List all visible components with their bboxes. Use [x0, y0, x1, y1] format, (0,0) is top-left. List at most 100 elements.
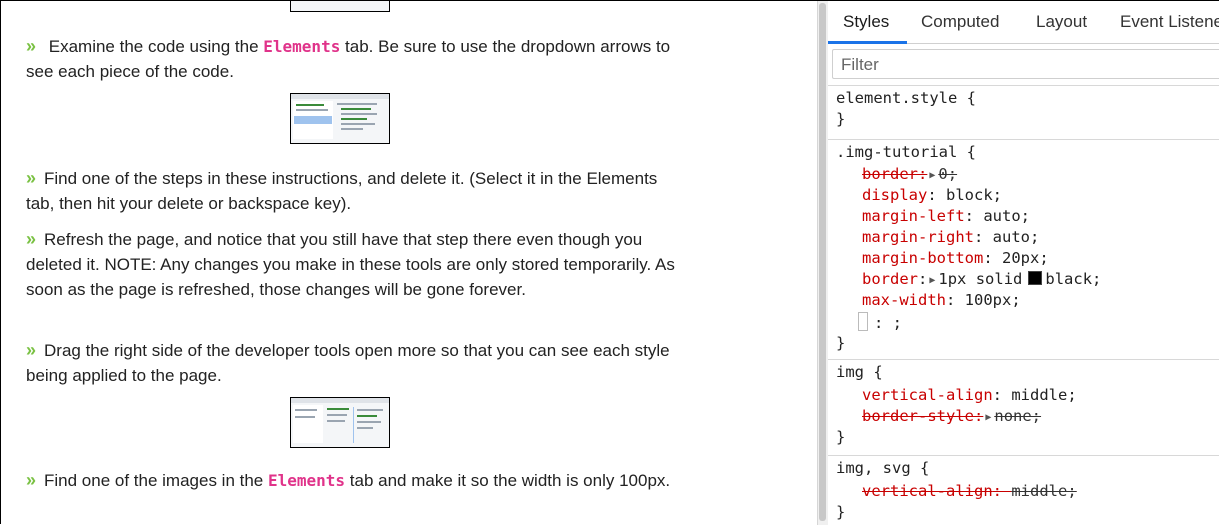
- property-name: margin-left: [862, 207, 965, 225]
- property-value: block;: [946, 186, 1002, 204]
- devtools-tab-bar: Styles Computed Layout Event Listeners: [828, 1, 1219, 44]
- thumbnail-line: [327, 408, 349, 410]
- property-name: border: [862, 165, 918, 183]
- rule-close-brace: }: [836, 334, 846, 352]
- chevron-bullet-icon: »: [26, 168, 37, 188]
- property-value: auto;: [992, 228, 1040, 246]
- instruction-step: » Refresh the page, and notice that you s…: [26, 227, 676, 302]
- active-tab-indicator: [828, 41, 907, 44]
- thumbnail-line: [341, 128, 363, 130]
- thumbnail-line: [357, 427, 373, 429]
- rule-close-brace: }: [836, 110, 846, 128]
- declaration-margin-right[interactable]: margin-right: auto;: [862, 227, 1039, 248]
- property-value: none;: [994, 407, 1042, 425]
- chevron-bullet-icon: »: [26, 340, 37, 360]
- tab-event-listeners[interactable]: Event Listeners: [1120, 12, 1219, 32]
- instruction-step: » Find one of the images in the Elements …: [26, 468, 676, 493]
- declaration-border-overridden[interactable]: border: ▶ 0;: [862, 164, 957, 185]
- declaration-margin-bottom[interactable]: margin-bottom: 20px;: [862, 248, 1049, 269]
- style-rule-img-svg[interactable]: img, svg { vertical-align: middle; }: [828, 455, 1219, 525]
- rule-selector: img, svg {: [836, 459, 930, 477]
- style-rule-img-tutorial[interactable]: .img-tutorial { border: ▶ 0; display: bloc…: [828, 139, 1219, 358]
- tab-computed[interactable]: Computed: [921, 12, 999, 32]
- new-declaration-editor[interactable]: : ;: [858, 312, 902, 333]
- chevron-bullet-icon: »: [26, 36, 37, 56]
- expand-triangle-icon[interactable]: ▶: [929, 165, 935, 186]
- text-cursor-box[interactable]: [858, 312, 868, 331]
- thumbnail-divider: [353, 407, 354, 443]
- declaration-border[interactable]: border: ▶ 1px solid black;: [862, 269, 1101, 290]
- expand-triangle-icon[interactable]: ▶: [985, 407, 991, 428]
- property-value: middle;: [1011, 482, 1077, 500]
- tab-styles[interactable]: Styles: [843, 12, 889, 32]
- devtools-panel: Styles Computed Layout Event Listeners F…: [828, 1, 1219, 525]
- style-rule-element-style[interactable]: element.style { }: [828, 85, 1219, 138]
- thumbnail-line: [337, 103, 377, 105]
- step-text: Drag the right side of the developer too…: [26, 341, 670, 385]
- rule-selector: img {: [836, 363, 883, 381]
- rule-selector: element.style {: [836, 89, 976, 107]
- thumbnail-line: [295, 416, 315, 418]
- thumbnail-line: [357, 421, 381, 423]
- instruction-step: » Examine the code using the Elements ta…: [26, 34, 676, 84]
- tab-layout[interactable]: Layout: [1036, 12, 1087, 32]
- thumbnail-line: [341, 108, 371, 110]
- rule-close-brace: }: [836, 428, 846, 446]
- property-name: max-width: [862, 291, 946, 309]
- property-name: border: [862, 270, 918, 288]
- property-name: vertical-align: [862, 386, 993, 404]
- declaration-border-style-overridden[interactable]: border-style: ▶ none;: [862, 406, 1041, 427]
- thumbnail-line: [341, 123, 375, 125]
- screenshot-thumbnail-styles[interactable]: [290, 397, 390, 448]
- style-rule-img[interactable]: img { vertical-align: middle; border-sty…: [828, 359, 1219, 454]
- tutorial-page: » Examine the code using the Elements ta…: [1, 1, 817, 525]
- screenshot-thumbnail-elements[interactable]: [290, 93, 390, 144]
- declaration-max-width[interactable]: max-width: 100px;: [862, 290, 1021, 311]
- declaration-display[interactable]: display: block;: [862, 185, 1002, 206]
- thumbnail-line: [357, 415, 377, 417]
- thumbnail-line: [296, 104, 324, 106]
- thumbnail-line: [357, 409, 383, 411]
- declaration-margin-left[interactable]: margin-left: auto;: [862, 206, 1030, 227]
- declaration-vertical-align[interactable]: vertical-align: middle;: [862, 385, 1077, 406]
- thumbnail-toolbar: [291, 94, 389, 99]
- thumbnail-toolbar: [291, 398, 389, 403]
- step-text: Find one of the images in the: [44, 471, 268, 490]
- step-text: Refresh the page, and notice that you st…: [26, 230, 675, 299]
- property-value: auto;: [983, 207, 1030, 225]
- instruction-step: » Find one of the steps in these instruct…: [26, 166, 676, 216]
- property-name: vertical-align: [862, 482, 993, 500]
- elements-keyword: Elements: [268, 471, 346, 490]
- property-name: border-style: [862, 407, 974, 425]
- step-text-continued: tab and make it so the width is only 100…: [345, 471, 671, 490]
- property-value: 0;: [938, 165, 958, 183]
- rule-selector: .img-tutorial {: [836, 143, 976, 161]
- expand-triangle-icon[interactable]: ▶: [929, 270, 935, 291]
- property-value: 100px;: [964, 291, 1021, 309]
- property-value: 20px;: [1002, 249, 1049, 267]
- thumbnail-line: [327, 414, 347, 416]
- color-swatch-icon[interactable]: [1028, 271, 1043, 285]
- chevron-bullet-icon: »: [26, 470, 37, 490]
- screenshot-thumbnail-top[interactable]: [290, 1, 390, 12]
- property-value: 1px solid: [938, 270, 1023, 288]
- property-value-color: black;: [1045, 270, 1102, 288]
- property-name: margin-bottom: [862, 249, 984, 267]
- property-value: middle;: [1011, 386, 1077, 404]
- declaration-vertical-align-overridden[interactable]: vertical-align: middle;: [862, 481, 1077, 502]
- page-scrollbar-thumb[interactable]: [819, 3, 826, 521]
- thumbnail-line: [295, 409, 317, 411]
- styles-filter-input[interactable]: Filter: [832, 49, 1219, 79]
- instruction-step: » Drag the right side of the developer to…: [26, 338, 676, 388]
- thumbnail-line: [327, 420, 345, 422]
- step-text: Examine the code using the: [44, 37, 264, 56]
- step-text: Find one of the steps in these instructi…: [26, 169, 658, 213]
- empty-declaration: : ;: [874, 314, 902, 332]
- thumbnail-line: [341, 113, 377, 115]
- property-name: margin-right: [862, 228, 974, 246]
- thumbnail-line: [296, 109, 328, 111]
- thumbnail-highlight: [294, 116, 332, 124]
- devtools-resize-handle[interactable]: [817, 1, 828, 525]
- rule-close-brace: }: [836, 503, 846, 521]
- chevron-bullet-icon: »: [26, 229, 37, 249]
